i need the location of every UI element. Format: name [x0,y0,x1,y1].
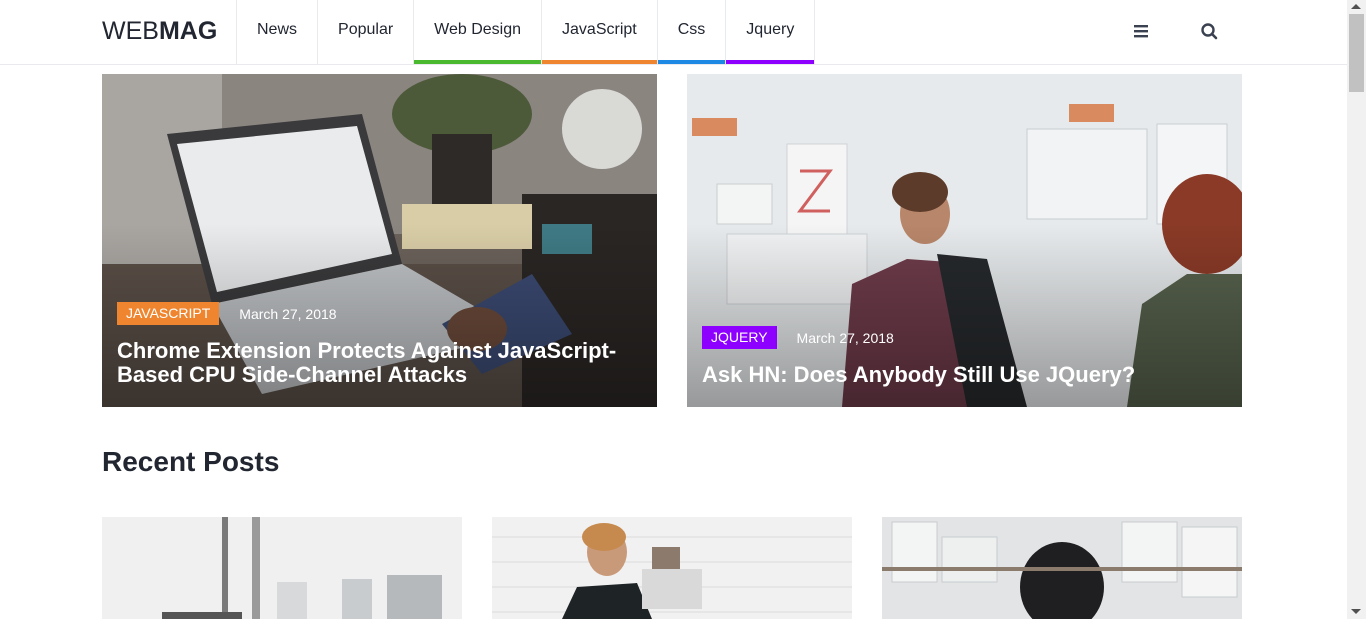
nav-label: Web Design [434,21,522,38]
recent-post-image-moodboard [882,517,1242,619]
scroll-down-arrow-icon[interactable] [1351,609,1361,614]
category-badge[interactable]: JAVASCRIPT [117,302,220,325]
main-nav: News Popular Web Design JavaScript Css J… [236,0,816,64]
post-date: March 27, 2018 [796,329,894,346]
featured-post-javascript[interactable]: JAVASCRIPT March 27, 2018 Chrome Extensi… [102,74,657,407]
scrollbar-thumb[interactable] [1349,14,1364,92]
menu-icon[interactable] [1130,20,1152,42]
nav-label: Popular [338,21,394,38]
nav-label: Css [677,21,706,38]
post-title[interactable]: Ask HN: Does Anybody Still Use JQuery? [702,363,1222,387]
nav-label: JavaScript [562,21,637,38]
category-badge[interactable]: JQUERY [702,326,777,349]
nav-item-news[interactable]: News [236,0,317,64]
nav-item-css[interactable]: Css [656,0,726,64]
logo-thin: WEB [102,17,159,45]
image-overlay [687,74,1242,407]
nav-label: News [257,21,298,38]
logo-bold: MAG [158,17,218,45]
nav-accent-bar [414,60,542,64]
post-date: March 27, 2018 [239,305,337,322]
nav-item-web-design[interactable]: Web Design [413,0,542,64]
post-title[interactable]: Chrome Extension Protects Against JavaSc… [117,339,637,387]
site-logo[interactable]: WEBMAG [102,16,217,46]
featured-post-jquery[interactable]: JQUERY March 27, 2018 Ask HN: Does Anybo… [687,74,1242,407]
recent-post-image-office [102,517,462,619]
section-title-recent-posts: Recent Posts [102,446,280,477]
post-meta: JQUERY March 27, 2018 [702,326,894,349]
recent-post-card[interactable] [492,517,852,619]
recent-post-card[interactable] [102,517,462,619]
search-icon[interactable] [1198,20,1220,42]
site-header: WEBMAG News Popular Web Design JavaScrip… [0,0,1347,65]
nav-accent-bar [657,60,726,64]
scroll-up-arrow-icon[interactable] [1351,4,1361,9]
recent-post-card[interactable] [882,517,1242,619]
nav-item-javascript[interactable]: JavaScript [541,0,657,64]
nav-accent-bar [726,60,815,64]
recent-post-image-brick-wall [492,517,852,619]
nav-item-popular[interactable]: Popular [317,0,413,64]
page-scrollbar[interactable] [1347,0,1366,619]
nav-label: Jquery [746,21,795,38]
nav-item-jquery[interactable]: Jquery [725,0,816,64]
nav-accent-bar [542,60,657,64]
post-meta: JAVASCRIPT March 27, 2018 [117,302,337,325]
